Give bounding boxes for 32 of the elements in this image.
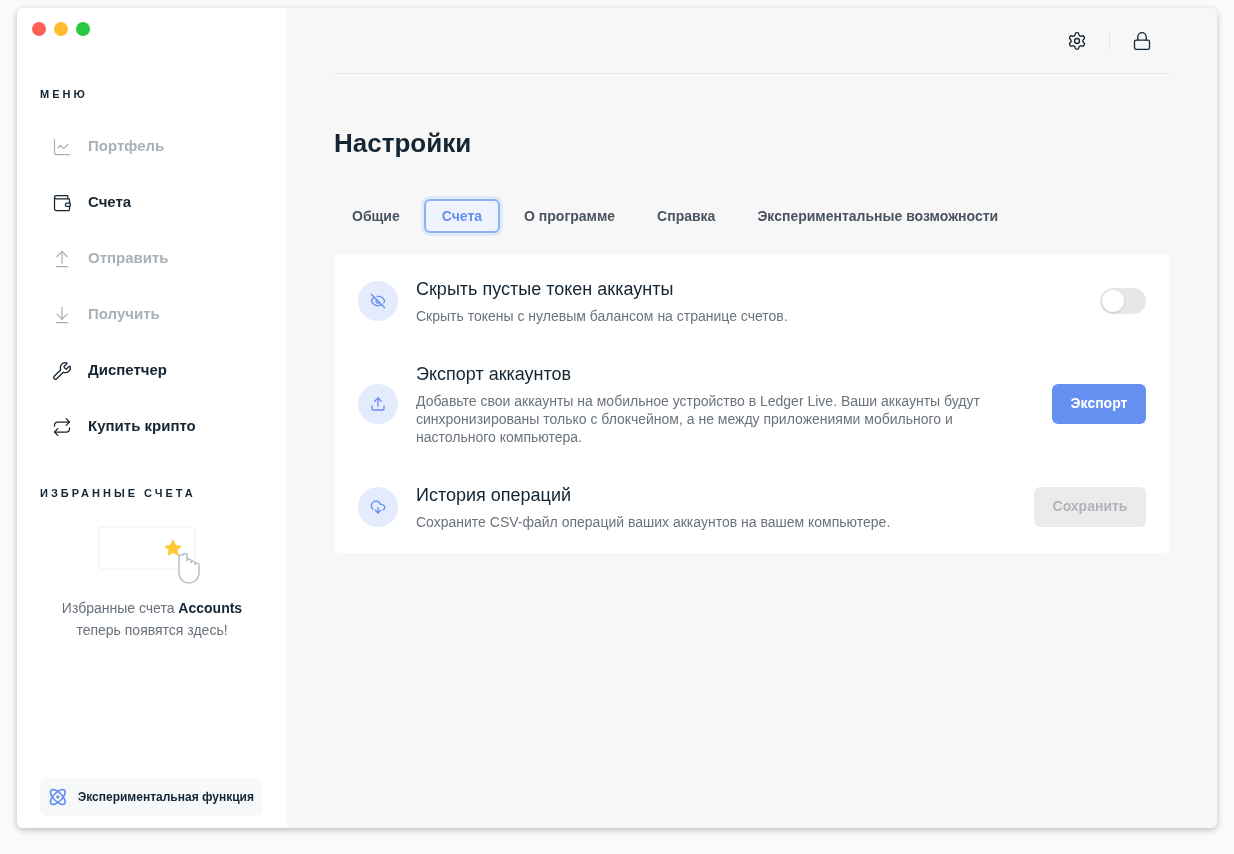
wallet-icon xyxy=(52,192,72,213)
wrench-icon xyxy=(52,360,72,381)
sidebar-item[interactable]: Диспетчер xyxy=(40,346,264,395)
lock-icon[interactable] xyxy=(1132,30,1152,51)
swap-arrows-icon xyxy=(52,416,72,437)
settings-tab[interactable]: Экспериментальные возможности xyxy=(739,199,1017,233)
maximize-window-button[interactable] xyxy=(76,22,90,36)
menu-heading: МЕНЮ xyxy=(40,87,89,102)
eye-off-icon xyxy=(370,292,386,309)
settings-tab[interactable]: О программе xyxy=(506,199,634,233)
toggle-switch[interactable] xyxy=(1100,287,1146,314)
close-window-button[interactable] xyxy=(32,22,46,36)
sidebar-item[interactable]: Купить крипто xyxy=(40,402,264,451)
minimize-window-button[interactable] xyxy=(54,22,68,36)
page-title: Настройки xyxy=(334,127,473,160)
experimental-feature-button[interactable]: Экспериментальная функция xyxy=(40,778,262,816)
favorites-heading: ИЗБРАННЫЕ СЧЕТА xyxy=(40,485,197,501)
upload-icon xyxy=(370,395,386,412)
favorites-empty-message: Избранные счета Accounts теперь появятся здесь! xyxy=(60,599,244,640)
setting-title: История операций xyxy=(416,484,572,507)
setting-title: Экспорт аккаунтов xyxy=(416,363,573,386)
setting-description: Скрыть токены с нулевым балансом на странице счетов. xyxy=(416,307,789,325)
chart-icon xyxy=(52,136,72,157)
setting-description: Сохраните CSV-файл операций ваших аккаунтов на вашем компьютере. xyxy=(416,513,892,531)
atom-icon xyxy=(48,787,68,807)
setting-description: Добавьте свои аккаунты на мобильное устройство в Ledger Live. Ваши аккаунты будут синхронизированы только с блокчейном, а не между приложениями мобильного и настольного компьютера. xyxy=(416,392,981,446)
cloud-download-icon xyxy=(370,498,386,515)
settings-tab[interactable]: Общие xyxy=(334,199,418,233)
settings-tab[interactable]: Справка xyxy=(639,199,734,233)
settings-icon[interactable] xyxy=(1067,30,1087,51)
sidebar-item[interactable]: Счета xyxy=(40,178,264,227)
setting-title: Скрыть пустые токен аккаунты xyxy=(416,278,675,301)
